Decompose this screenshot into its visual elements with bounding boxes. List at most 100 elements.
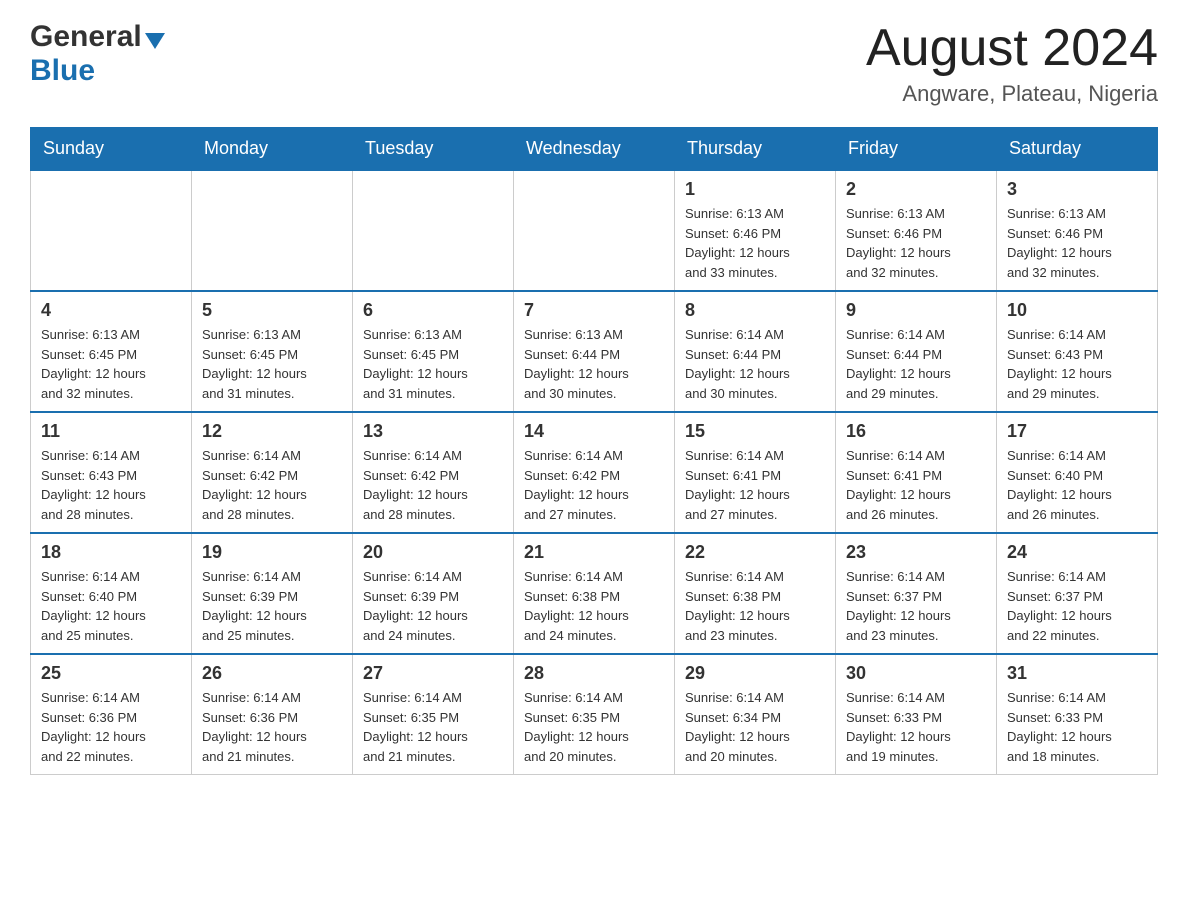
day-number: 10 [1007,300,1147,321]
calendar-cell: 23 Sunrise: 6:14 AMSunset: 6:37 PMDayligh… [836,533,997,654]
calendar-cell [192,170,353,291]
calendar-table: SundayMondayTuesdayWednesdayThursdayFrid… [30,127,1158,775]
title-section: August 2024 Angware, Plateau, Nigeria [866,20,1158,107]
day-info: Sunrise: 6:14 AMSunset: 6:42 PMDaylight:… [524,446,664,524]
calendar-cell: 29Sunrise: 6:14 AMSunset: 6:34 PMDayligh… [675,654,836,775]
calendar-cell: 28Sunrise: 6:14 AMSunset: 6:35 PMDayligh… [514,654,675,775]
day-info: Sunrise: 6:14 AMSunset: 6:44 PMDaylight:… [685,325,825,403]
calendar-day-header: Wednesday [514,128,675,171]
calendar-cell: 22Sunrise: 6:14 AMSunset: 6:38 PMDayligh… [675,533,836,654]
day-number: 6 [363,300,503,321]
day-info: Sunrise: 6:14 AMSunset: 6:35 PMDaylight:… [363,688,503,766]
day-info: Sunrise: 6:13 AMSunset: 6:45 PMDaylight:… [41,325,181,403]
calendar-cell: 15 Sunrise: 6:14 AMSunset: 6:41 PMDayligh… [675,412,836,533]
day-info: Sunrise: 6:13 AMSunset: 6:45 PMDaylight:… [363,325,503,403]
day-number: 20 [363,542,503,563]
week-row: 18Sunrise: 6:14 AMSunset: 6:40 PMDayligh… [31,533,1158,654]
day-number: 11 [41,421,181,442]
calendar-cell: 20 Sunrise: 6:14 AMSunset: 6:39 PMDayligh… [353,533,514,654]
day-number: 9 [846,300,986,321]
day-number: 26 [202,663,342,684]
calendar-header-row: SundayMondayTuesdayWednesdayThursdayFrid… [31,128,1158,171]
day-info: Sunrise: 6:13 AMSunset: 6:46 PMDaylight:… [685,204,825,282]
day-number: 31 [1007,663,1147,684]
day-info: Sunrise: 6:14 AMSunset: 6:44 PMDaylight:… [846,325,986,403]
calendar-day-header: Sunday [31,128,192,171]
day-number: 16 [846,421,986,442]
day-info: Sunrise: 6:14 AMSunset: 6:39 PMDaylight:… [202,567,342,645]
logo: General Blue [30,20,165,88]
calendar-day-header: Tuesday [353,128,514,171]
calendar-cell: 3 Sunrise: 6:13 AMSunset: 6:46 PMDaylight… [997,170,1158,291]
day-info: Sunrise: 6:14 AMSunset: 6:43 PMDaylight:… [41,446,181,524]
calendar-day-header: Friday [836,128,997,171]
calendar-cell: 7Sunrise: 6:13 AMSunset: 6:44 PMDaylight… [514,291,675,412]
calendar-cell: 27Sunrise: 6:14 AMSunset: 6:35 PMDayligh… [353,654,514,775]
day-info: Sunrise: 6:14 AMSunset: 6:36 PMDaylight:… [202,688,342,766]
day-number: 23 [846,542,986,563]
day-info: Sunrise: 6:14 AMSunset: 6:40 PMDaylight:… [1007,446,1147,524]
calendar-cell: 8Sunrise: 6:14 AMSunset: 6:44 PMDaylight… [675,291,836,412]
day-number: 18 [41,542,181,563]
day-info: Sunrise: 6:14 AMSunset: 6:33 PMDaylight:… [1007,688,1147,766]
calendar-cell: 26 Sunrise: 6:14 AMSunset: 6:36 PMDayligh… [192,654,353,775]
day-info: Sunrise: 6:14 AMSunset: 6:41 PMDaylight:… [685,446,825,524]
day-info: Sunrise: 6:14 AMSunset: 6:42 PMDaylight:… [363,446,503,524]
logo-triangle-icon [145,33,165,49]
calendar-cell: 9 Sunrise: 6:14 AMSunset: 6:44 PMDaylight… [836,291,997,412]
calendar-day-header: Monday [192,128,353,171]
calendar-cell: 14 Sunrise: 6:14 AMSunset: 6:42 PMDayligh… [514,412,675,533]
calendar-cell: 19 Sunrise: 6:14 AMSunset: 6:39 PMDayligh… [192,533,353,654]
day-info: Sunrise: 6:14 AMSunset: 6:33 PMDaylight:… [846,688,986,766]
calendar-cell: 5 Sunrise: 6:13 AMSunset: 6:45 PMDaylight… [192,291,353,412]
page-header: General Blue August 2024 Angware, Platea… [30,20,1158,107]
day-number: 1 [685,179,825,200]
day-number: 12 [202,421,342,442]
calendar-cell: 2 Sunrise: 6:13 AMSunset: 6:46 PMDaylight… [836,170,997,291]
calendar-day-header: Saturday [997,128,1158,171]
logo-general-text: General [30,20,142,54]
calendar-cell: 24 Sunrise: 6:14 AMSunset: 6:37 PMDayligh… [997,533,1158,654]
day-number: 3 [1007,179,1147,200]
day-number: 4 [41,300,181,321]
week-row: 11 Sunrise: 6:14 AMSunset: 6:43 PMDayligh… [31,412,1158,533]
month-title: August 2024 [866,20,1158,77]
day-info: Sunrise: 6:13 AMSunset: 6:46 PMDaylight:… [846,204,986,282]
calendar-day-header: Thursday [675,128,836,171]
day-info: Sunrise: 6:14 AMSunset: 6:35 PMDaylight:… [524,688,664,766]
day-info: Sunrise: 6:14 AMSunset: 6:37 PMDaylight:… [1007,567,1147,645]
day-info: Sunrise: 6:14 AMSunset: 6:38 PMDaylight:… [524,567,664,645]
day-info: Sunrise: 6:14 AMSunset: 6:42 PMDaylight:… [202,446,342,524]
calendar-cell: 21Sunrise: 6:14 AMSunset: 6:38 PMDayligh… [514,533,675,654]
day-number: 13 [363,421,503,442]
logo-blue-text: Blue [30,54,95,87]
day-number: 24 [1007,542,1147,563]
calendar-cell: 18Sunrise: 6:14 AMSunset: 6:40 PMDayligh… [31,533,192,654]
day-info: Sunrise: 6:14 AMSunset: 6:37 PMDaylight:… [846,567,986,645]
day-number: 14 [524,421,664,442]
day-number: 2 [846,179,986,200]
day-info: Sunrise: 6:13 AMSunset: 6:46 PMDaylight:… [1007,204,1147,282]
day-number: 15 [685,421,825,442]
calendar-cell: 16 Sunrise: 6:14 AMSunset: 6:41 PMDayligh… [836,412,997,533]
location-text: Angware, Plateau, Nigeria [866,81,1158,107]
day-info: Sunrise: 6:13 AMSunset: 6:45 PMDaylight:… [202,325,342,403]
day-number: 29 [685,663,825,684]
day-info: Sunrise: 6:14 AMSunset: 6:36 PMDaylight:… [41,688,181,766]
week-row: 4 Sunrise: 6:13 AMSunset: 6:45 PMDaylight… [31,291,1158,412]
calendar-cell: 12 Sunrise: 6:14 AMSunset: 6:42 PMDayligh… [192,412,353,533]
day-info: Sunrise: 6:14 AMSunset: 6:41 PMDaylight:… [846,446,986,524]
calendar-cell [353,170,514,291]
day-number: 5 [202,300,342,321]
day-number: 30 [846,663,986,684]
day-info: Sunrise: 6:14 AMSunset: 6:39 PMDaylight:… [363,567,503,645]
calendar-cell: 30 Sunrise: 6:14 AMSunset: 6:33 PMDayligh… [836,654,997,775]
calendar-cell: 6 Sunrise: 6:13 AMSunset: 6:45 PMDaylight… [353,291,514,412]
day-info: Sunrise: 6:14 AMSunset: 6:38 PMDaylight:… [685,567,825,645]
day-info: Sunrise: 6:13 AMSunset: 6:44 PMDaylight:… [524,325,664,403]
calendar-cell: 11 Sunrise: 6:14 AMSunset: 6:43 PMDayligh… [31,412,192,533]
day-info: Sunrise: 6:14 AMSunset: 6:43 PMDaylight:… [1007,325,1147,403]
day-number: 19 [202,542,342,563]
calendar-cell: 10 Sunrise: 6:14 AMSunset: 6:43 PMDayligh… [997,291,1158,412]
day-number: 17 [1007,421,1147,442]
